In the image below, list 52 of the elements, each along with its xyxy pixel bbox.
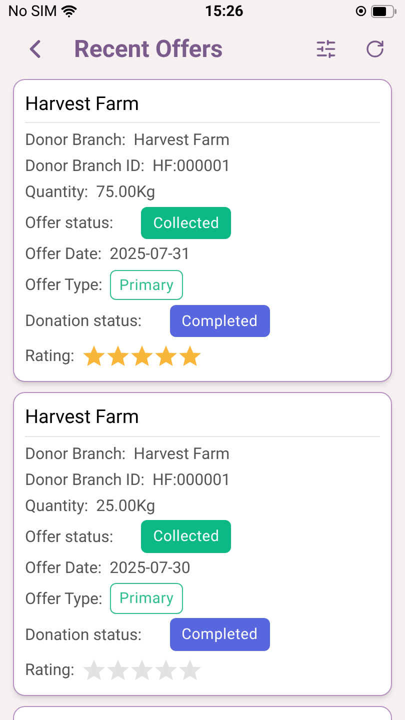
card-title: Harvest Farm (25, 90, 380, 123)
star-icon (154, 658, 178, 682)
star-icon (178, 344, 202, 368)
wifi-icon (61, 3, 78, 20)
field-label: Donor Branch ID: (25, 155, 144, 177)
field-value: HF:000001 (152, 155, 231, 177)
field-label: Donor Branch ID: (25, 468, 144, 490)
field-value: 2025-07-30 (110, 556, 190, 578)
field-label: Donor Branch: (25, 129, 126, 151)
field-value: 2025-07-31 (110, 243, 190, 265)
star-icon (82, 658, 106, 682)
field-label: Donation status: (25, 624, 142, 646)
filter-button[interactable] (315, 38, 337, 60)
page-title: Recent Offers (74, 34, 223, 64)
field-label: Offer Type: (25, 274, 102, 296)
field-label: Offer status: (25, 212, 114, 234)
star-icon (154, 344, 178, 368)
field-value: HF:000001 (152, 468, 231, 490)
field-label: Offer Type: (25, 588, 102, 610)
status-badge: Collected (141, 520, 232, 553)
field-label: Offer Date: (25, 556, 102, 578)
field-label: Offer status: (25, 526, 114, 548)
star-icon (106, 658, 130, 682)
battery-icon (371, 4, 397, 18)
field-label: Rating: (25, 345, 74, 367)
type-badge: Primary (110, 270, 183, 300)
star-icon (178, 658, 202, 682)
refresh-button[interactable] (365, 38, 385, 58)
star-icon (82, 344, 106, 368)
field-label: Offer Date: (25, 243, 102, 265)
star-icon (130, 658, 154, 682)
star-icon (106, 344, 130, 368)
carrier-text: No SIM (8, 1, 58, 22)
field-label: Quantity: (25, 494, 88, 516)
field-value: Harvest Farm (134, 129, 230, 151)
star-icon (130, 344, 154, 368)
refresh-icon (365, 38, 385, 58)
field-value: 25.00Kg (96, 494, 156, 516)
status-badge: Completed (170, 618, 270, 651)
status-badge: Collected (141, 206, 232, 240)
type-badge: Primary (110, 583, 183, 614)
field-label: Quantity: (25, 181, 88, 203)
field-value: 75.00Kg (96, 181, 156, 203)
filter-icon (315, 38, 337, 60)
clock-text: 15:26 (204, 1, 244, 22)
card-title: Harvest Farm (25, 403, 380, 436)
status-badge: Completed (170, 304, 270, 338)
field-value: Harvest Farm (134, 442, 230, 464)
orientation-lock-icon (355, 5, 367, 18)
field-label: Donor Branch: (25, 442, 126, 464)
field-label: Rating: (25, 658, 74, 680)
field-label: Donation status: (25, 310, 142, 332)
